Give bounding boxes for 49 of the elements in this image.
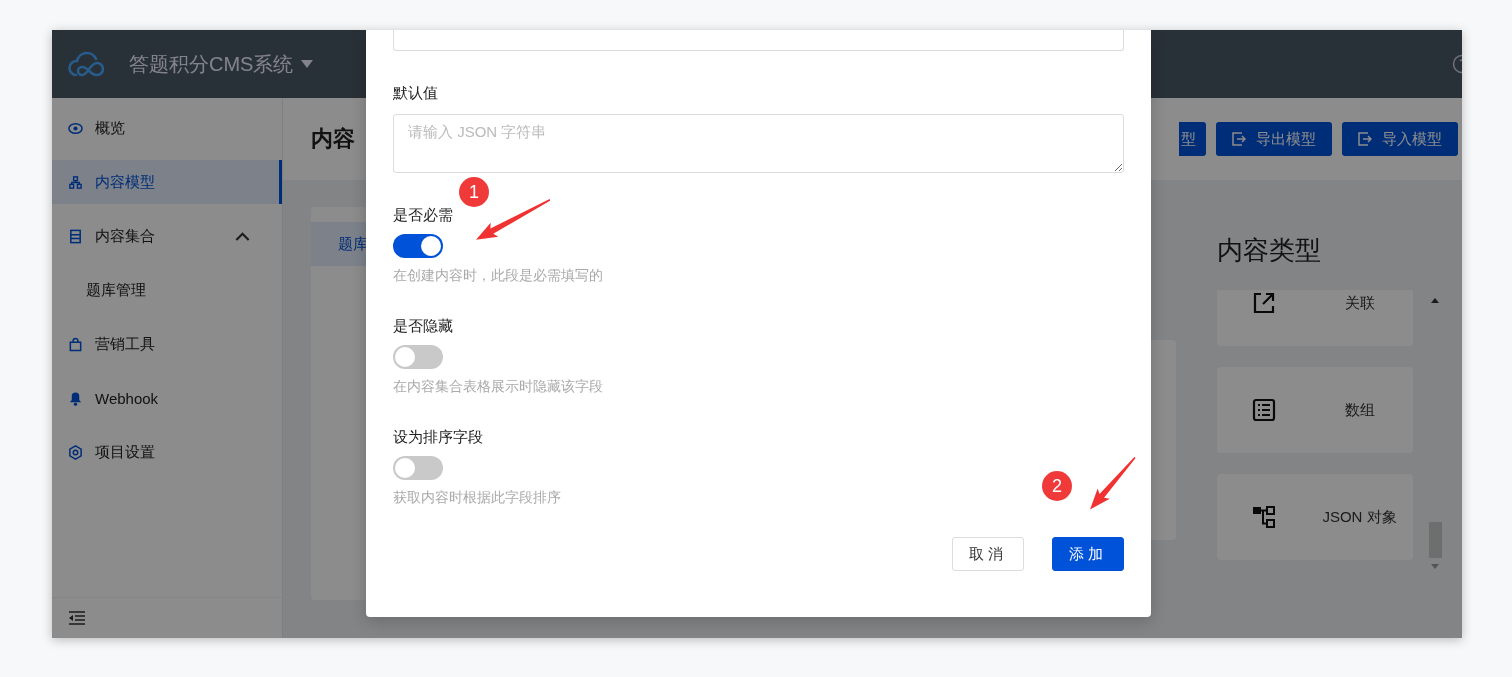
caret-icon[interactable] <box>301 60 314 68</box>
annotation-arrow <box>1090 457 1136 510</box>
gear-icon <box>68 444 83 460</box>
page-title: 内容 <box>311 125 355 153</box>
field-label: 是否必需 <box>393 205 454 225</box>
sidebar-item[interactable]: 概览 <box>52 106 282 150</box>
scroll-up-icon[interactable] <box>1431 298 1439 303</box>
toggle-switch[interactable] <box>393 456 443 480</box>
sidebar-item[interactable]: 内容模型 <box>52 160 282 204</box>
scrollbar-thumb[interactable] <box>1429 522 1442 558</box>
help-text: 在创建内容时，此段是必需填写的 <box>393 266 604 284</box>
content-type-card[interactable]: JSON 对象 <box>1217 474 1413 560</box>
sidebar-item[interactable]: Webhook <box>52 376 282 420</box>
toggle-switch[interactable] <box>393 234 443 258</box>
toolbar-button[interactable]: 型 <box>1179 122 1206 156</box>
help-text: 在内容集合表格展示时隐藏该字段 <box>393 377 604 395</box>
list-icon <box>1252 398 1276 422</box>
list-icon <box>68 228 83 244</box>
sidebar-item[interactable]: 营销工具 <box>52 322 282 366</box>
field-label: 默认值 <box>393 83 439 103</box>
help-text: 获取内容时根据此字段排序 <box>393 488 562 506</box>
collapse-menu-icon[interactable] <box>68 611 86 625</box>
eye-icon <box>68 120 83 136</box>
bell-icon <box>68 390 83 406</box>
toggle-switch[interactable] <box>393 345 443 369</box>
app-title[interactable]: 答题积分CMS系统 <box>129 50 294 78</box>
sidebar-item[interactable]: 项目设置 <box>52 430 282 474</box>
toolbar-button[interactable]: 导出模型 <box>1216 122 1332 156</box>
cancel-button[interactable]: 取消 <box>952 537 1024 571</box>
input-field[interactable] <box>393 30 1124 51</box>
add-button[interactable]: 添加 <box>1052 537 1124 571</box>
sidebar-item[interactable]: 题库管理 <box>52 268 282 312</box>
sitemap-icon <box>68 174 83 190</box>
export-icon <box>1232 132 1246 146</box>
field-label: 是否隐藏 <box>393 316 454 336</box>
content-type-card[interactable]: 数组 <box>1217 367 1413 453</box>
json-input-field[interactable]: 请输入 JSON 字符串 <box>393 114 1124 173</box>
toolbar-button[interactable]: 导入模型 <box>1342 122 1458 156</box>
link-box-icon <box>1252 291 1276 315</box>
field-label: 设为排序字段 <box>393 427 484 447</box>
bag-icon <box>68 336 83 352</box>
help-icon[interactable] <box>1452 54 1462 74</box>
content-type-card[interactable]: 关联 <box>1217 290 1413 346</box>
tree-structure-icon <box>1252 505 1276 529</box>
export-icon <box>1358 132 1372 146</box>
cloud-logo-icon <box>68 49 106 79</box>
scroll-down-icon[interactable] <box>1431 564 1439 569</box>
section-heading: 内容类型 <box>1217 234 1322 267</box>
sidebar-item[interactable]: 内容集合 <box>52 214 282 258</box>
